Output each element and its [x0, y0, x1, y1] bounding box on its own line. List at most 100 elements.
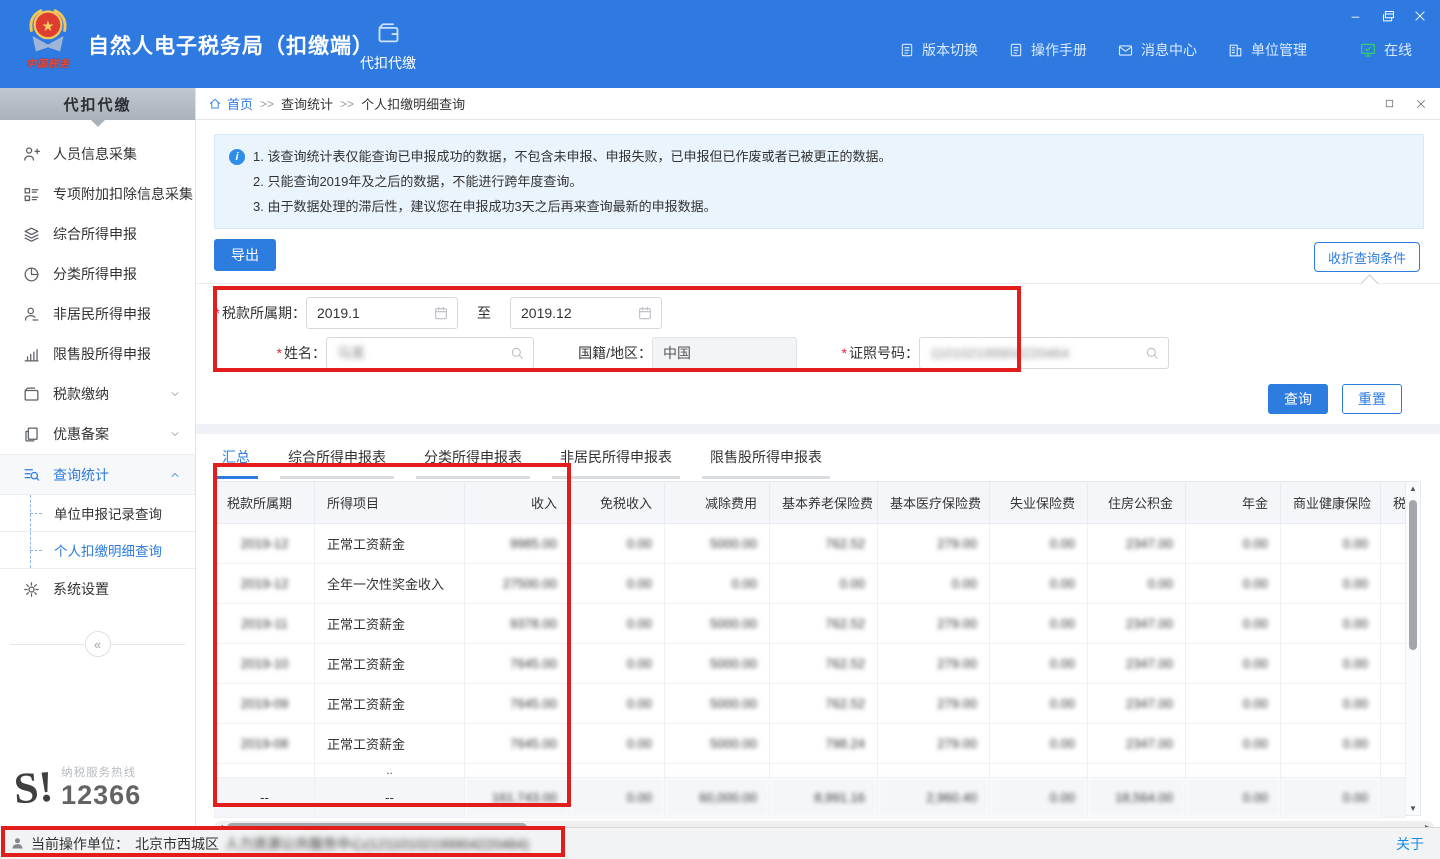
form-row-person: *姓名： 马某 国籍/地区： 中国 *证照号码： 110102199904220… — [196, 337, 1440, 369]
vertical-scroll-thumb[interactable] — [1409, 500, 1417, 650]
online-status: 在线 — [1359, 40, 1412, 60]
menu-message-center[interactable]: 消息中心 — [1117, 40, 1197, 60]
table-cell: 279.00 — [878, 524, 990, 564]
table-cell: 正常工资薪金 — [315, 684, 465, 724]
sidebar-item-query-statistics[interactable]: 查询统计 — [0, 454, 195, 494]
tab-restricted-shares-form[interactable]: 限售股所得申报表 — [702, 438, 830, 479]
period-from-input[interactable]: 2019.1 — [306, 297, 458, 329]
menu-unit-management[interactable]: 单位管理 — [1227, 40, 1307, 60]
sidebar-subitem-label: 单位申报记录查询 — [54, 503, 162, 523]
table-cell — [1381, 684, 1406, 724]
sidebar-item-restricted-shares[interactable]: 限售股所得申报 — [0, 334, 195, 374]
table-cell: 9378.00 — [465, 604, 570, 644]
collapse-conditions-button[interactable]: 收折查询条件 — [1314, 242, 1420, 272]
table-cell — [1381, 778, 1406, 818]
export-button[interactable]: 导出 — [214, 239, 276, 271]
sidebar-collapse-button[interactable]: « — [85, 631, 111, 657]
sidebar-item-system-settings[interactable]: 系统设置 — [0, 569, 195, 609]
sidebar-item-label: 人员信息采集 — [53, 144, 137, 164]
table-cell — [665, 764, 770, 778]
table-row[interactable]: 2019-11正常工资薪金9378.000.005000.00762.52279… — [215, 604, 1406, 644]
calendar-icon[interactable] — [433, 305, 449, 321]
notice-line: 1. 该查询统计表仅能查询已申报成功的数据，不包含未申报、申报失败，已申报但已作… — [253, 144, 891, 169]
table-row[interactable]: 2019-12正常工资薪金9985.000.005000.00762.52279… — [215, 524, 1406, 564]
sidebar-item-comprehensive-income[interactable]: 综合所得申报 — [0, 214, 195, 254]
page-controls — [1382, 97, 1428, 111]
table-cell: 60,000.00 — [665, 778, 770, 818]
home-icon — [208, 97, 222, 111]
table-cell: 2347.00 — [1088, 644, 1186, 684]
query-actions: 查询 重置 — [196, 384, 1402, 414]
nationality-value: 中国 — [663, 343, 788, 363]
hotline-logo: S! 纳税服务热线 12366 — [14, 764, 141, 811]
table-cell: 0.00 — [1281, 564, 1381, 604]
tab-comprehensive-income-form[interactable]: 综合所得申报表 — [280, 438, 394, 479]
table-cell: 正常工资薪金 — [315, 644, 465, 684]
breadcrumb-home-label: 首页 — [227, 94, 253, 113]
table-cell — [1381, 644, 1406, 684]
table-cell — [1381, 764, 1406, 778]
table-cell — [1381, 604, 1406, 644]
scroll-down-icon[interactable]: ▼ — [1406, 804, 1420, 813]
id-number-value: 110102199904220464 — [930, 345, 1144, 361]
reset-button[interactable]: 重置 — [1342, 384, 1402, 414]
nationality-input[interactable]: 中国 — [652, 337, 797, 369]
table-row[interactable]: 2019-10正常工资薪金7645.000.005000.00762.52279… — [215, 644, 1406, 684]
sidebar-item-label: 分类所得申报 — [53, 264, 137, 284]
table-cell: 7645.00 — [465, 724, 570, 764]
search-icon[interactable] — [1144, 345, 1160, 361]
table-cell — [1281, 764, 1381, 778]
id-number-input[interactable]: 110102199904220464 — [919, 337, 1169, 369]
name-input[interactable]: 马某 — [326, 337, 534, 369]
about-link[interactable]: 关于 — [1396, 834, 1424, 854]
period-to-input[interactable]: 2019.12 — [510, 297, 662, 329]
table-cell: 0.00 — [570, 778, 665, 818]
query-button[interactable]: 查询 — [1268, 384, 1328, 414]
notice-line: 2. 只能查询2019年及之后的数据，不能进行跨年度查询。 — [253, 169, 582, 194]
table-cell: 0.00 — [770, 564, 878, 604]
close-icon[interactable] — [1412, 8, 1428, 24]
table-row[interactable]: 2019-09正常工资薪金7645.000.005000.00762.52279… — [215, 684, 1406, 724]
maximize-page-icon[interactable] — [1382, 97, 1396, 111]
table-cell: 0.00 — [990, 684, 1088, 724]
tab-withholding[interactable]: 代扣代缴 — [348, 8, 428, 84]
breadcrumb: 首页 >> 查询统计 >> 个人扣缴明细查询 — [196, 88, 1440, 120]
calendar-icon[interactable] — [637, 305, 653, 321]
sidebar-item-special-deduction[interactable]: 专项附加扣除信息采集 — [0, 174, 195, 214]
tab-nonresident-income-form[interactable]: 非居民所得申报表 — [552, 438, 680, 479]
restore-icon[interactable] — [1380, 8, 1396, 24]
search-icon[interactable] — [509, 345, 525, 361]
scroll-up-icon[interactable]: ▲ — [1406, 484, 1420, 493]
sidebar-subitem-personal-withholding-query[interactable]: 个人扣缴明细查询 — [0, 531, 195, 568]
table-cell: 27500.00 — [465, 564, 570, 604]
required-asterisk: * — [842, 345, 847, 361]
tab-classified-income-form[interactable]: 分类所得申报表 — [416, 438, 530, 479]
table-row[interactable]: 2019-08正常工资薪金7645.000.005000.00798.24279… — [215, 724, 1406, 764]
sidebar-item-tax-payment[interactable]: 税款缴纳 — [0, 374, 195, 414]
table-row[interactable]: 2019-12全年一次性奖金收入27500.000.000.000.000.00… — [215, 564, 1406, 604]
period-label: *税款所属期： — [196, 303, 306, 323]
table-cell: 0.00 — [570, 644, 665, 684]
vertical-scrollbar[interactable]: ▲ ▼ — [1406, 481, 1421, 816]
table-cell: 2019-08 — [215, 724, 315, 764]
result-tabs: 汇总 综合所得申报表 分类所得申报表 非居民所得申报表 限售股所得申报表 — [196, 434, 1440, 479]
result-table-zone: 税款所属期 所得项目 收入 免税收入 减除费用 基本养老保险费 基本医疗保险费 … — [214, 481, 1440, 818]
wallet-icon — [22, 385, 41, 404]
menu-manual[interactable]: 操作手册 — [1008, 40, 1087, 60]
tab-summary[interactable]: 汇总 — [214, 438, 258, 479]
sidebar-subitem-unit-declaration-query[interactable]: 单位申报记录查询 — [0, 494, 195, 531]
table-cell: 0.00 — [990, 778, 1088, 818]
menu-version-switch[interactable]: 版本切换 — [899, 40, 978, 60]
breadcrumb-home[interactable]: 首页 — [208, 94, 253, 113]
sidebar-item-nonresident-income[interactable]: 非居民所得申报 — [0, 294, 195, 334]
breadcrumb-level1[interactable]: 查询统计 — [281, 94, 333, 113]
close-page-icon[interactable] — [1414, 97, 1428, 111]
sidebar-item-personnel-info[interactable]: 人员信息采集 — [0, 134, 195, 174]
person-add-icon — [22, 145, 41, 164]
sidebar-item-classified-income[interactable]: 分类所得申报 — [0, 254, 195, 294]
table-cell: 0.00 — [990, 604, 1088, 644]
minimize-icon[interactable] — [1348, 8, 1364, 24]
sidebar-item-preferential-record[interactable]: 优惠备案 — [0, 414, 195, 454]
table-cell: 2347.00 — [1088, 524, 1186, 564]
col-commercial-health: 商业健康保险 — [1281, 482, 1381, 524]
